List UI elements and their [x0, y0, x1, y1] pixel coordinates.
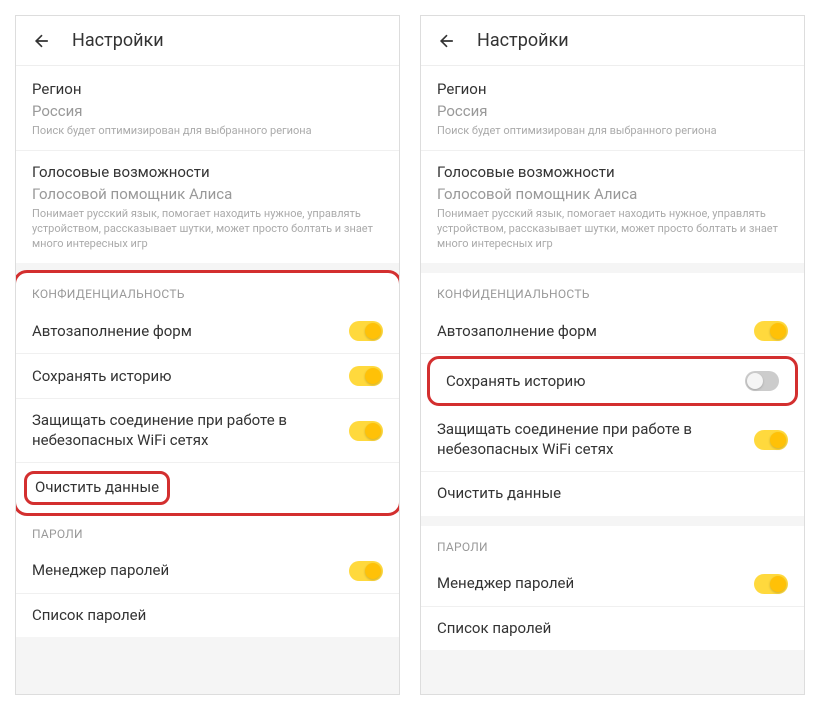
page-title: Настройки — [72, 30, 164, 51]
autofill-row[interactable]: Автозаполнение форм — [421, 309, 804, 354]
password-list-label: Список паролей — [32, 606, 146, 626]
password-manager-row[interactable]: Менеджер паролей — [16, 549, 399, 594]
autofill-toggle[interactable] — [754, 321, 788, 341]
save-history-label: Сохранять историю — [446, 372, 585, 392]
settings-screen-left: Настройки Регион Россия Поиск будет опти… — [15, 15, 400, 695]
password-manager-toggle[interactable] — [349, 561, 383, 581]
privacy-header: КОНФИДЕНЦИАЛЬНОСТЬ — [16, 273, 399, 309]
clear-data-row[interactable]: Очистить данные — [421, 472, 804, 516]
autofill-row[interactable]: Автозаполнение форм — [16, 309, 399, 354]
password-list-label: Список паролей — [437, 619, 551, 639]
password-list-row[interactable]: Список паролей — [421, 607, 804, 651]
passwords-header: ПАРОЛИ — [421, 526, 804, 562]
privacy-section-highlighted: КОНФИДЕНЦИАЛЬНОСТЬ Автозаполнение форм С… — [16, 270, 399, 516]
general-section: Регион Россия Поиск будет оптимизирован … — [16, 66, 399, 263]
region-label: Регион — [32, 80, 383, 100]
voice-row[interactable]: Голосовые возможности Голосовой помощник… — [421, 151, 804, 263]
region-desc: Поиск будет оптимизирован для выбранного… — [437, 124, 788, 139]
region-value: Россия — [437, 102, 788, 120]
voice-value: Голосовой помощник Алиса — [437, 185, 788, 203]
voice-label: Голосовые возможности — [437, 163, 788, 183]
passwords-section: ПАРОЛИ Менеджер паролей Список паролей — [16, 513, 399, 638]
header: Настройки — [421, 16, 804, 66]
password-manager-toggle[interactable] — [754, 574, 788, 594]
page-title: Настройки — [477, 30, 569, 51]
password-manager-label: Менеджер паролей — [32, 561, 169, 581]
region-label: Регион — [437, 80, 788, 100]
save-history-row-highlighted[interactable]: Сохранять историю — [427, 356, 798, 406]
autofill-label: Автозаполнение форм — [437, 322, 597, 342]
autofill-label: Автозаполнение форм — [32, 322, 192, 342]
passwords-section: ПАРОЛИ Менеджер паролей Список паролей — [421, 526, 804, 651]
password-list-row[interactable]: Список паролей — [16, 594, 399, 638]
password-manager-row[interactable]: Менеджер паролей — [421, 562, 804, 607]
back-icon[interactable] — [32, 31, 52, 51]
protect-wifi-row[interactable]: Защищать соединение при работе в небезоп… — [16, 399, 399, 463]
voice-value: Голосовой помощник Алиса — [32, 185, 383, 203]
region-row[interactable]: Регион Россия Поиск будет оптимизирован … — [16, 68, 399, 151]
back-icon[interactable] — [437, 31, 457, 51]
voice-row[interactable]: Голосовые возможности Голосовой помощник… — [16, 151, 399, 263]
content: Регион Россия Поиск будет оптимизирован … — [16, 66, 399, 694]
save-history-toggle[interactable] — [349, 366, 383, 386]
voice-desc: Понимает русский язык, помогает находить… — [32, 207, 383, 252]
privacy-header: КОНФИДЕНЦИАЛЬНОСТЬ — [421, 273, 804, 309]
settings-screen-right: Настройки Регион Россия Поиск будет опти… — [420, 15, 805, 695]
protect-wifi-label: Защищать соединение при работе в небезоп… — [32, 411, 339, 450]
voice-desc: Понимает русский язык, помогает находить… — [437, 207, 788, 252]
protect-wifi-row[interactable]: Защищать соединение при работе в небезоп… — [421, 408, 804, 472]
voice-label: Голосовые возможности — [32, 163, 383, 183]
region-desc: Поиск будет оптимизирован для выбранного… — [32, 124, 383, 139]
protect-wifi-label: Защищать соединение при работе в небезоп… — [437, 420, 744, 459]
header: Настройки — [16, 16, 399, 66]
protect-wifi-toggle[interactable] — [349, 421, 383, 441]
privacy-section: КОНФИДЕНЦИАЛЬНОСТЬ Автозаполнение форм С… — [421, 273, 804, 516]
passwords-header: ПАРОЛИ — [16, 513, 399, 549]
content: Регион Россия Поиск будет оптимизирован … — [421, 66, 804, 694]
clear-data-row[interactable]: Очистить данные — [16, 463, 399, 513]
clear-data-label: Очистить данные — [437, 484, 561, 504]
save-history-label: Сохранять историю — [32, 367, 171, 387]
autofill-toggle[interactable] — [349, 321, 383, 341]
save-history-row[interactable]: Сохранять историю — [16, 354, 399, 399]
save-history-toggle-off[interactable] — [745, 371, 779, 391]
region-value: Россия — [32, 102, 383, 120]
password-manager-label: Менеджер паролей — [437, 574, 574, 594]
protect-wifi-toggle[interactable] — [754, 430, 788, 450]
clear-data-label-highlighted: Очистить данные — [24, 471, 170, 505]
region-row[interactable]: Регион Россия Поиск будет оптимизирован … — [421, 68, 804, 151]
general-section: Регион Россия Поиск будет оптимизирован … — [421, 66, 804, 263]
